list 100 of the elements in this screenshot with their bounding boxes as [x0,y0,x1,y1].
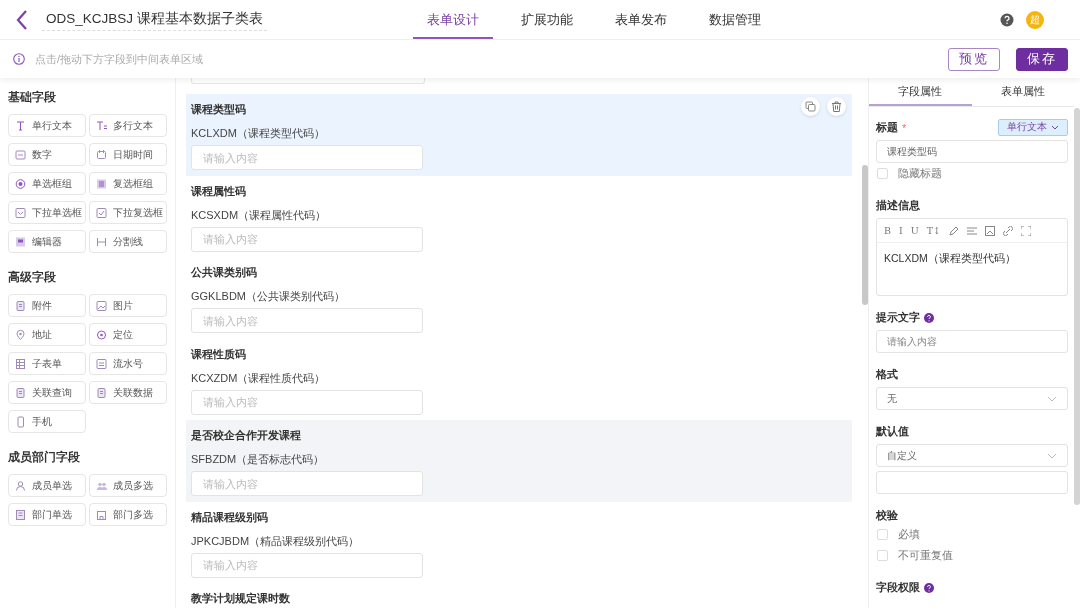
copy-button[interactable] [801,97,820,116]
field-title: 精品课程级别码 [191,509,268,525]
field-type-button[interactable]: 复选框组 [89,172,167,195]
editor-icon [15,235,26,248]
field-code: SFBZDM（是否标志代码） [191,452,325,467]
checkbox-label: 隐藏标题 [898,166,942,181]
field-type-button[interactable]: 附件 [8,294,86,317]
field-type-button[interactable]: 定位 [89,323,167,346]
field-type-button[interactable]: 地址 [8,323,86,346]
description-text: KCLXDM（课程类型代码） [883,251,1017,266]
field-type-dropdown[interactable]: 单行文本 [998,119,1068,136]
nav-tab[interactable]: 扩展功能 [506,0,587,39]
property-label: 标题 [876,120,898,135]
checkbox[interactable] [877,168,888,179]
phone-icon [15,415,26,428]
default-input[interactable] [876,471,1068,494]
link-icon[interactable] [1003,225,1014,236]
form-field-row[interactable]: 公共课类别码 GGKLBDM（公共课类别代码） 请输入内容 [186,257,852,339]
save-button[interactable]: 保存 [1016,47,1068,71]
form-field-row[interactable]: 是否校企合作开发课程 SFBZDM（是否标志代码） 请输入内容 [186,420,852,502]
fullscreen-icon[interactable] [1021,225,1032,236]
location-icon [15,328,26,341]
field-type-button[interactable]: 日期时间 [89,143,167,166]
form-field-row[interactable]: 课程属性码 KCSXDM（课程属性代码） 请输入内容 [186,175,852,257]
form-field-row[interactable]: 精品课程级别码 JPKCJBDM（精品课程级别代码） 请输入内容 [186,501,852,583]
format-select[interactable]: 无 [876,387,1068,410]
panel-tab[interactable]: 字段属性 [869,78,972,106]
field-type-button[interactable]: 单选框组 [8,172,86,195]
document-icon [15,299,26,312]
field-type-button[interactable]: 关联查询 [8,381,86,404]
checkbox-label: 必填 [898,527,920,542]
square-icon [15,148,26,161]
property-label: 提示文字 [876,310,920,325]
chevron-down-icon [1047,395,1057,402]
field-title: 教学计划规定课时数 [191,591,290,606]
field-type-button[interactable]: 编辑器 [8,230,86,253]
form-field-row[interactable]: 课程性质码 KCXZDM（课程性质代码） 请输入内容 [186,338,852,420]
field-type-button[interactable]: 部门单选 [8,503,86,526]
form-field-row[interactable]: 教学计划规定课时数 [186,583,852,608]
form-title[interactable]: ODS_KCJBSJ 课程基本数据子类表 [42,8,267,31]
field-type-button[interactable]: 下拉复选框 [89,201,167,224]
field-type-button[interactable]: 数字 [8,143,86,166]
input-field[interactable]: 请输入内容 [191,471,423,496]
table-icon [15,357,26,370]
nav-tab[interactable]: 数据管理 [694,0,775,39]
field-type-button[interactable]: 子表单 [8,352,86,375]
field-type-button[interactable]: 流水号 [89,352,167,375]
pen-icon[interactable] [949,225,960,236]
format-button[interactable]: T↕ [926,225,942,236]
field-title: 是否校企合作开发课程 [191,428,301,443]
rich-text-editor[interactable]: B I U T↕ KCLXDM（课程类型代码） [876,218,1068,296]
checkbox[interactable] [877,550,888,561]
input-field[interactable]: 请输入内容 [191,226,423,252]
title-input[interactable]: 课程类型码 [876,140,1068,163]
delete-button[interactable] [827,97,846,116]
dropdown-icon [15,206,26,219]
divider-icon [96,235,107,248]
checkbox[interactable] [877,529,888,540]
nav-tab[interactable]: 表单发布 [600,0,681,39]
field-type-button[interactable]: 关联数据 [89,381,167,404]
input-field[interactable]: 请输入内容 [191,308,423,333]
input-field[interactable]: 请输入内容 [191,389,423,415]
field-type-button[interactable]: 成员单选 [8,474,86,497]
help-icon[interactable] [924,312,934,323]
field-type-button[interactable]: 单行文本 [8,114,86,137]
field-type-button[interactable]: 手机 [8,410,86,433]
panel-tab[interactable]: 表单属性 [971,78,1074,106]
field-type-button[interactable]: 多行文本 [89,114,167,137]
default-select[interactable]: 自定义 [876,444,1068,467]
dropdown-icon [96,206,107,219]
input-field[interactable]: 请输入内容 [191,552,423,578]
section-heading: 成员部门字段 [8,450,81,465]
field-title: 课程性质码 [191,346,246,362]
field-code: GGKLBDM（公共课类别代码） [191,289,345,304]
checkbox-label: 不可重复值 [898,548,953,563]
format-button[interactable]: B [884,225,891,236]
section-heading: 高级字段 [8,270,57,285]
preview-button[interactable]: 预览 [948,47,1000,71]
chevron-down-icon [1047,452,1057,459]
property-label: 默认值 [876,424,909,439]
help-icon[interactable] [1000,12,1014,27]
field-type-button[interactable]: 成员多选 [89,474,167,497]
form-field-row[interactable]: 课程类型码 KCLXDM（课程类型代码） 请输入内容 [186,94,852,176]
scrollbar[interactable] [1074,108,1080,505]
chevron-down-icon [1051,124,1059,131]
field-type-button[interactable]: 分割线 [89,230,167,253]
help-icon[interactable] [924,582,934,593]
field-type-button[interactable]: 下拉单选框 [8,201,86,224]
hint-input[interactable]: 请输入内容 [876,330,1068,353]
format-button[interactable]: U [910,225,919,236]
format-button[interactable]: I [899,225,903,236]
back-icon[interactable] [14,8,28,31]
property-label: 字段权限 [876,580,920,595]
field-type-button[interactable]: 部门多选 [89,503,167,526]
input-field[interactable]: 请输入内容 [191,145,423,170]
field-type-button[interactable]: 图片 [89,294,167,317]
radio-icon [15,177,26,190]
field-title: 公共课类别码 [191,265,257,280]
scrollbar[interactable] [862,165,868,305]
target-icon [96,328,107,341]
